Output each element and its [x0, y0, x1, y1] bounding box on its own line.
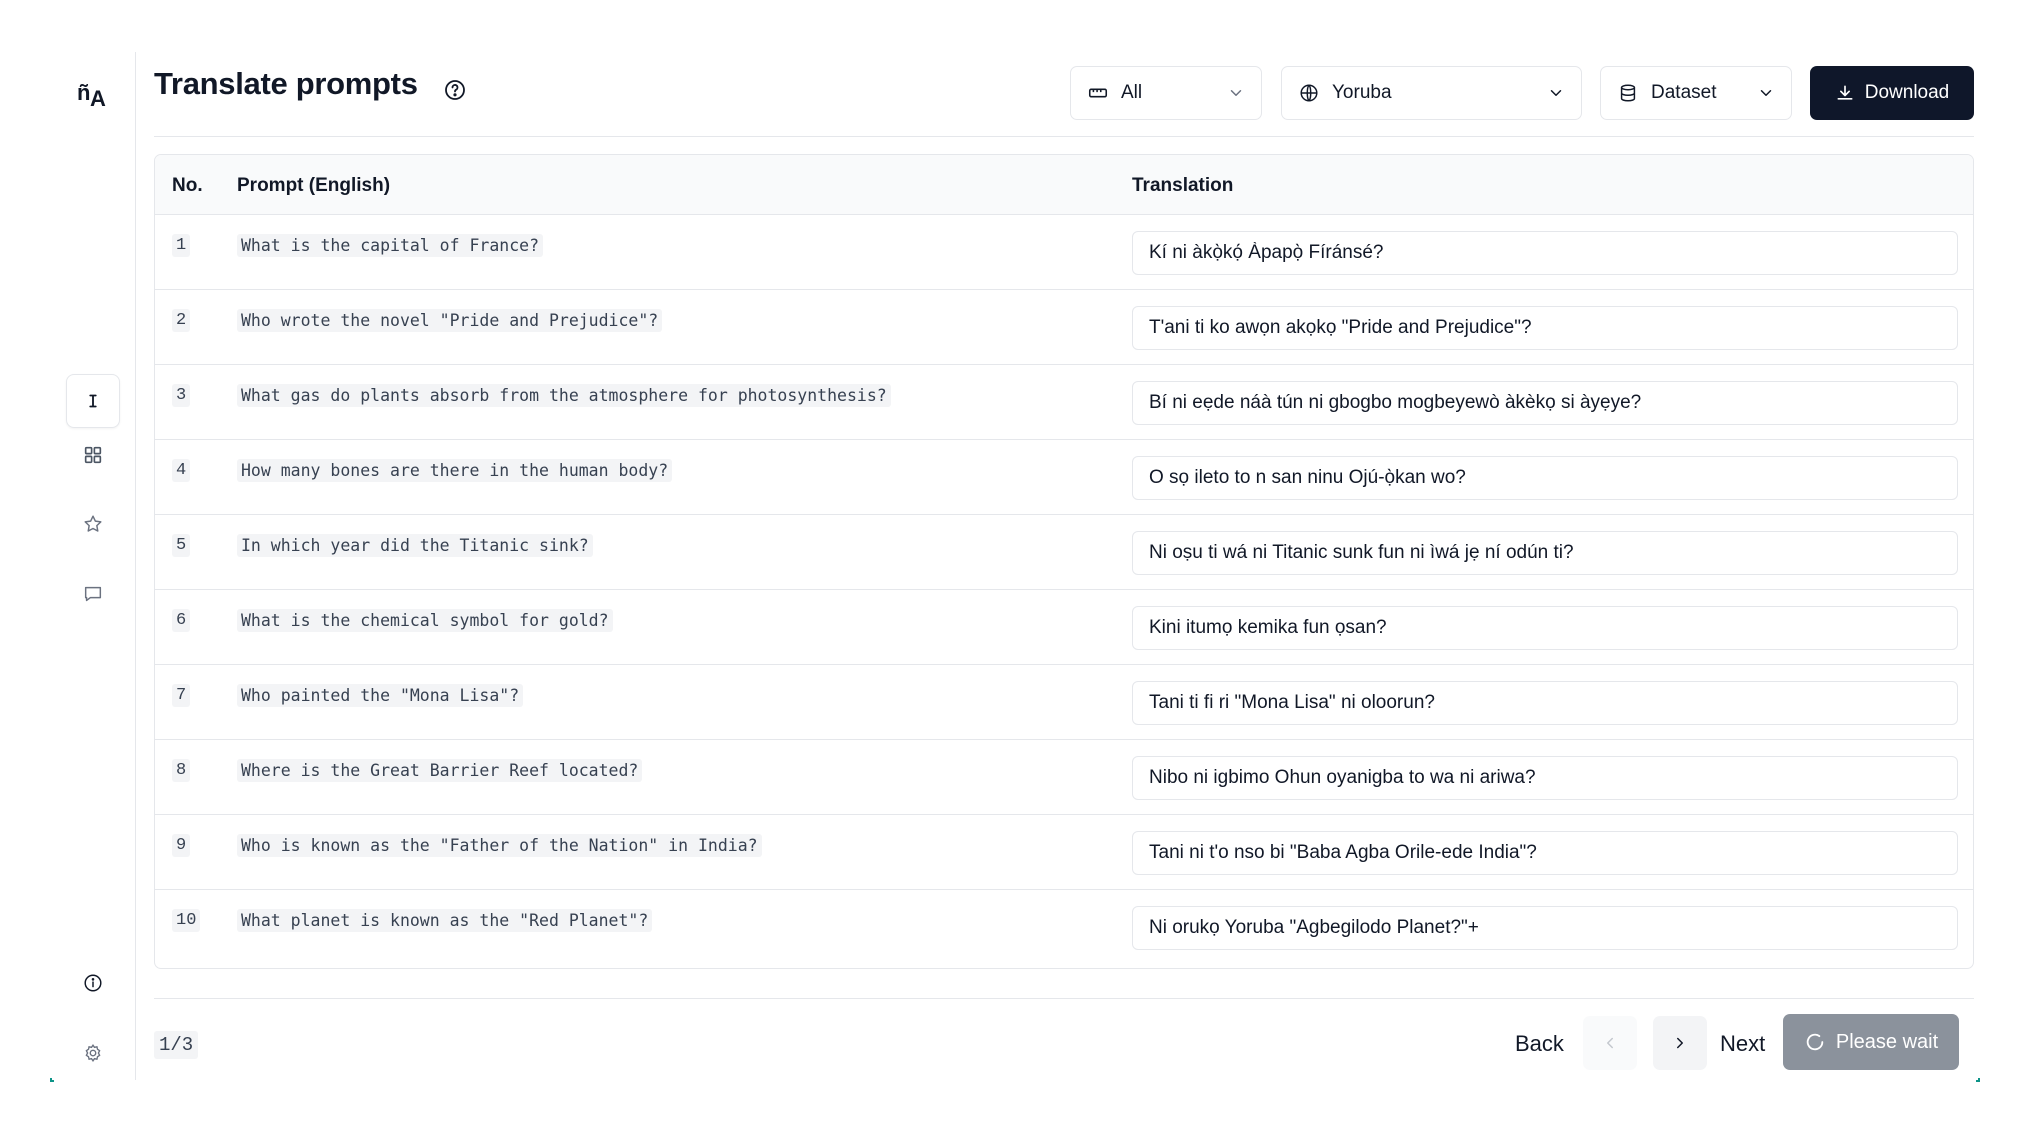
- translation-input[interactable]: [1132, 756, 1958, 800]
- sidebar-item-messages[interactable]: [66, 567, 120, 621]
- translation-input[interactable]: [1132, 906, 1958, 950]
- download-button-label: Download: [1864, 82, 1950, 103]
- dataset-dropdown[interactable]: Dataset: [1600, 66, 1792, 120]
- database-icon: [1620, 84, 1636, 102]
- frame-corner: [50, 1078, 54, 1082]
- table-row: 4 How many bones are there in the human …: [155, 440, 1973, 515]
- back-button[interactable]: Back: [1515, 1031, 1564, 1057]
- table-row: 8 Where is the Great Barrier Reef locate…: [155, 740, 1973, 815]
- row-number: 2: [172, 309, 191, 332]
- help-icon[interactable]: [443, 78, 467, 102]
- page-title: Translate prompts: [154, 66, 418, 101]
- spinner-icon: [1806, 1033, 1824, 1051]
- sidebar-item-text[interactable]: [66, 374, 120, 428]
- translation-input[interactable]: [1132, 456, 1958, 500]
- table-row: 1 What is the capital of France?: [155, 215, 1973, 290]
- prompt-text: What gas do plants absorb from the atmos…: [237, 384, 891, 407]
- column-header-no: No.: [172, 175, 203, 196]
- next-button[interactable]: Next: [1720, 1031, 1765, 1057]
- translation-input[interactable]: [1132, 306, 1958, 350]
- prompt-text: Who is known as the "Father of the Natio…: [237, 834, 762, 857]
- row-number: 10: [172, 909, 201, 932]
- grid-icon: [84, 446, 102, 464]
- download-icon: [1837, 85, 1853, 100]
- sidebar: ñ A: [50, 52, 136, 1080]
- prompts-table: No. Prompt (English) Translation 1 What …: [154, 154, 1974, 969]
- row-number: 3: [172, 384, 191, 407]
- please-wait-button[interactable]: Please wait: [1783, 1014, 1959, 1070]
- prompt-text: What planet is known as the "Red Planet"…: [237, 909, 653, 932]
- table-row: 6 What is the chemical symbol for gold?: [155, 590, 1973, 665]
- translation-input[interactable]: [1132, 681, 1958, 725]
- column-header-prompt: Prompt (English): [237, 175, 391, 196]
- prompt-text: Who wrote the novel "Pride and Prejudice…: [237, 309, 663, 332]
- chevron-left-icon: [1607, 1037, 1613, 1049]
- table-row: 7 Who painted the "Mona Lisa"?: [155, 665, 1973, 740]
- footer-divider: [154, 998, 1974, 999]
- row-number: 8: [172, 759, 191, 782]
- table-row: 5 In which year did the Titanic sink?: [155, 515, 1973, 590]
- row-number: 9: [172, 834, 191, 857]
- language-dropdown-label: Yoruba: [1332, 82, 1392, 103]
- translation-input[interactable]: [1132, 831, 1958, 875]
- text-cursor-icon: [89, 394, 97, 408]
- svg-text:ñ: ñ: [77, 80, 90, 105]
- language-dropdown[interactable]: Yoruba: [1281, 66, 1582, 120]
- page-indicator: 1/3: [154, 1031, 199, 1059]
- filter-dropdown[interactable]: All: [1070, 66, 1262, 120]
- prompt-text: What is the capital of France?: [237, 234, 544, 257]
- please-wait-label: Please wait: [1835, 1030, 1939, 1053]
- chevron-down-icon: [1760, 90, 1772, 96]
- table-row: 3 What gas do plants absorb from the atm…: [155, 365, 1973, 440]
- message-icon: [84, 586, 102, 602]
- globe-icon: [1300, 84, 1318, 102]
- translation-input[interactable]: [1132, 231, 1958, 275]
- prompt-text: In which year did the Titanic sink?: [237, 534, 593, 557]
- chevron-right-icon: [1677, 1037, 1683, 1049]
- column-header-translation: Translation: [1132, 175, 1234, 196]
- sidebar-item-favorites[interactable]: [66, 497, 120, 551]
- translate-logo-icon: ñ A: [77, 80, 106, 110]
- table-row: 10 What planet is known as the "Red Plan…: [155, 890, 1973, 965]
- row-number: 4: [172, 459, 191, 482]
- star-icon: [84, 515, 102, 532]
- sidebar-item-info[interactable]: [66, 956, 120, 1010]
- header-divider: [154, 136, 1974, 137]
- row-number: 6: [172, 609, 191, 632]
- gear-icon: [85, 1044, 101, 1062]
- prompt-text: Who painted the "Mona Lisa"?: [237, 684, 524, 707]
- next-page-button[interactable]: [1653, 1016, 1707, 1070]
- dataset-dropdown-label: Dataset: [1651, 82, 1717, 103]
- row-number: 1: [172, 234, 191, 257]
- translation-input[interactable]: [1132, 606, 1958, 650]
- info-icon: [84, 974, 102, 992]
- filter-dropdown-label: All: [1121, 82, 1143, 103]
- ruler-icon: [1088, 88, 1108, 98]
- table-row: 9 Who is known as the "Father of the Nat…: [155, 815, 1973, 890]
- prompt-text: What is the chemical symbol for gold?: [237, 609, 613, 632]
- table-row: 2 Who wrote the novel "Pride and Prejudi…: [155, 290, 1973, 365]
- prompt-text: Where is the Great Barrier Reef located?: [237, 759, 643, 782]
- previous-page-button[interactable]: [1583, 1016, 1637, 1070]
- translation-input[interactable]: [1132, 531, 1958, 575]
- prompt-text: How many bones are there in the human bo…: [237, 459, 673, 482]
- translation-input[interactable]: [1132, 381, 1958, 425]
- row-number: 5: [172, 534, 191, 557]
- frame-corner: [1976, 1078, 1980, 1082]
- download-button[interactable]: Download: [1810, 66, 1974, 120]
- row-number: 7: [172, 684, 191, 707]
- chevron-down-icon: [1550, 90, 1562, 96]
- svg-text:A: A: [90, 86, 106, 110]
- sidebar-item-settings[interactable]: [66, 1026, 120, 1080]
- sidebar-item-grid[interactable]: [66, 428, 120, 482]
- table-header: No. Prompt (English) Translation: [155, 155, 1973, 215]
- chevron-down-icon: [1230, 90, 1242, 96]
